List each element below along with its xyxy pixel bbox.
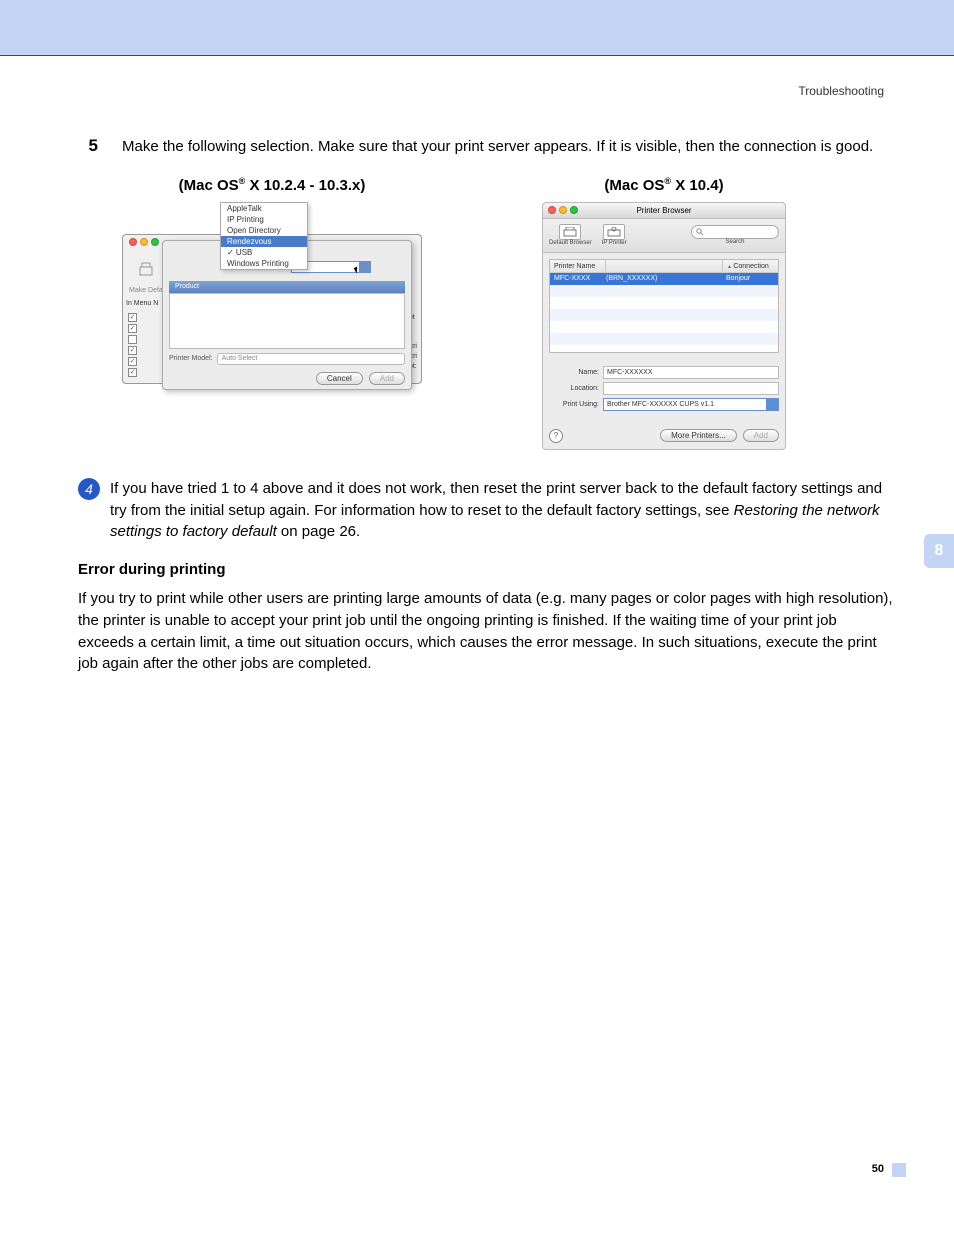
section-header: Troubleshooting (798, 84, 884, 98)
help-button[interactable]: ? (549, 429, 563, 443)
close-icon[interactable] (129, 238, 137, 246)
screenshot-2-column: (Mac OS® X 10.4) Printer Browser (542, 176, 786, 450)
make-default-label: Make Defa (129, 287, 163, 294)
checkbox-icon[interactable]: ✓ (128, 346, 137, 355)
more-printers-button[interactable]: More Printers... (660, 429, 737, 442)
menu-item-windows-printing[interactable]: Windows Printing (221, 258, 307, 269)
print-using-label: Print Using: (549, 401, 599, 408)
print-using-row: Print Using: Brother MFC-XXXXXX CUPS v1.… (549, 398, 779, 411)
product-column-header: Product (169, 281, 405, 293)
step-4-number-circle: 4 (78, 478, 100, 500)
printer-list-row-selected[interactable]: MFC-XXXX (BRN_XXXXXX) Bonjour (550, 273, 778, 285)
screenshot-macos-104: Printer Browser Default Browser IP Print… (542, 202, 786, 450)
col-printer-name[interactable]: Printer Name (550, 260, 606, 272)
step-5-text: Make the following selection. Make sure … (122, 136, 873, 158)
location-row: Location: (549, 382, 779, 395)
default-browser-icon (559, 224, 581, 240)
step-5: 5 Make the following selection. Make sur… (78, 136, 894, 158)
dialog-buttons: Cancel Add (316, 372, 405, 385)
printer-icon (137, 261, 155, 279)
name-row: Name: MFC-XXXXXX (549, 366, 779, 379)
window-traffic-lights (129, 238, 159, 246)
printer-model-row: Printer Model: Auto Select (169, 353, 405, 365)
default-browser-button[interactable]: Default Browser (549, 224, 592, 246)
close-icon[interactable] (548, 206, 556, 214)
name-field[interactable]: MFC-XXXXXX (603, 366, 779, 379)
page-number: 50 (872, 1163, 884, 1175)
zoom-icon[interactable] (570, 206, 578, 214)
menu-item-ipprinting[interactable]: IP Printing (221, 214, 307, 225)
printer-model-label: Printer Model: (169, 355, 213, 362)
ip-printer-icon (603, 224, 625, 240)
screenshots-row: (Mac OS® X 10.2.4 - 10.3.x) Make Defa In… (122, 176, 894, 450)
printer-browser-toolbar: Default Browser IP Printer Search (543, 219, 785, 253)
menu-item-opendirectory[interactable]: Open Directory (221, 225, 307, 236)
page-content: 5 Make the following selection. Make sur… (78, 136, 894, 675)
menu-item-usb[interactable]: ✓ USB (221, 247, 307, 258)
in-menu-label: In Menu N (126, 300, 158, 307)
page-number-accent (892, 1163, 906, 1177)
error-during-printing-paragraph: If you try to print while other users ar… (78, 588, 894, 675)
col-connection[interactable]: Connection (722, 260, 778, 272)
cancel-button[interactable]: Cancel (316, 372, 363, 385)
screenshot-2-caption: (Mac OS® X 10.4) (604, 176, 723, 194)
screenshot-1-column: (Mac OS® X 10.2.4 - 10.3.x) Make Defa In… (122, 176, 422, 450)
minimize-icon[interactable] (140, 238, 148, 246)
name-label: Name: (549, 369, 599, 376)
checkbox-icon[interactable]: ✓ (128, 357, 137, 366)
checkbox-icon[interactable]: ✓ (128, 368, 137, 377)
step-5-number: 5 (78, 136, 98, 158)
printer-list-header: Printer Name Connection (550, 260, 778, 273)
printer-browser-footer: ? More Printers... Add (549, 429, 779, 443)
printer-list-area: Printer Name Connection MFC-XXXX (BRN_XX… (549, 259, 779, 353)
menu-item-rendezvous[interactable]: Rendezvous (221, 236, 307, 247)
step-4-bullet: 4 If you have tried 1 to 4 above and it … (78, 478, 894, 543)
error-during-printing-heading: Error during printing (78, 561, 894, 578)
screenshot-1-caption: (Mac OS® X 10.2.4 - 10.3.x) (179, 176, 366, 194)
screenshot-macos-103: Make Defa In Menu N ✓ ✓ ✓ ✓ ✓ R-Script i… (122, 202, 422, 402)
menu-item-appletalk[interactable]: AppleTalk (221, 203, 307, 214)
location-label: Location: (549, 385, 599, 392)
search-wrapper: Search (691, 225, 779, 245)
window-traffic-lights (548, 206, 578, 214)
top-accent-band (0, 0, 954, 56)
location-field[interactable] (603, 382, 779, 395)
printer-list[interactable] (169, 293, 405, 349)
checkbox-column: ✓ ✓ ✓ ✓ ✓ (128, 313, 137, 377)
printer-model-select[interactable]: Auto Select (217, 353, 405, 365)
printer-form: Name: MFC-XXXXXX Location: Print Using: … (543, 359, 785, 411)
window-title: Printer Browser (636, 206, 691, 215)
search-input[interactable] (691, 225, 779, 239)
add-button[interactable]: Add (369, 372, 405, 385)
minimize-icon[interactable] (559, 206, 567, 214)
search-icon (696, 228, 704, 236)
ip-printer-button[interactable]: IP Printer (602, 224, 627, 246)
zoom-icon[interactable] (151, 238, 159, 246)
checkbox-icon[interactable]: ✓ (128, 313, 137, 322)
printer-browser-titlebar: Printer Browser (543, 203, 785, 219)
print-using-select[interactable]: Brother MFC-XXXXXX CUPS v1.1 (603, 398, 779, 411)
checkbox-icon[interactable] (128, 335, 137, 344)
checkbox-icon[interactable]: ✓ (128, 324, 137, 333)
chapter-side-tab: 8 (924, 534, 954, 568)
step-4-text: If you have tried 1 to 4 above and it do… (110, 478, 894, 543)
add-button[interactable]: Add (743, 429, 779, 442)
connection-type-menu[interactable]: AppleTalk IP Printing Open Directory Ren… (220, 202, 308, 270)
